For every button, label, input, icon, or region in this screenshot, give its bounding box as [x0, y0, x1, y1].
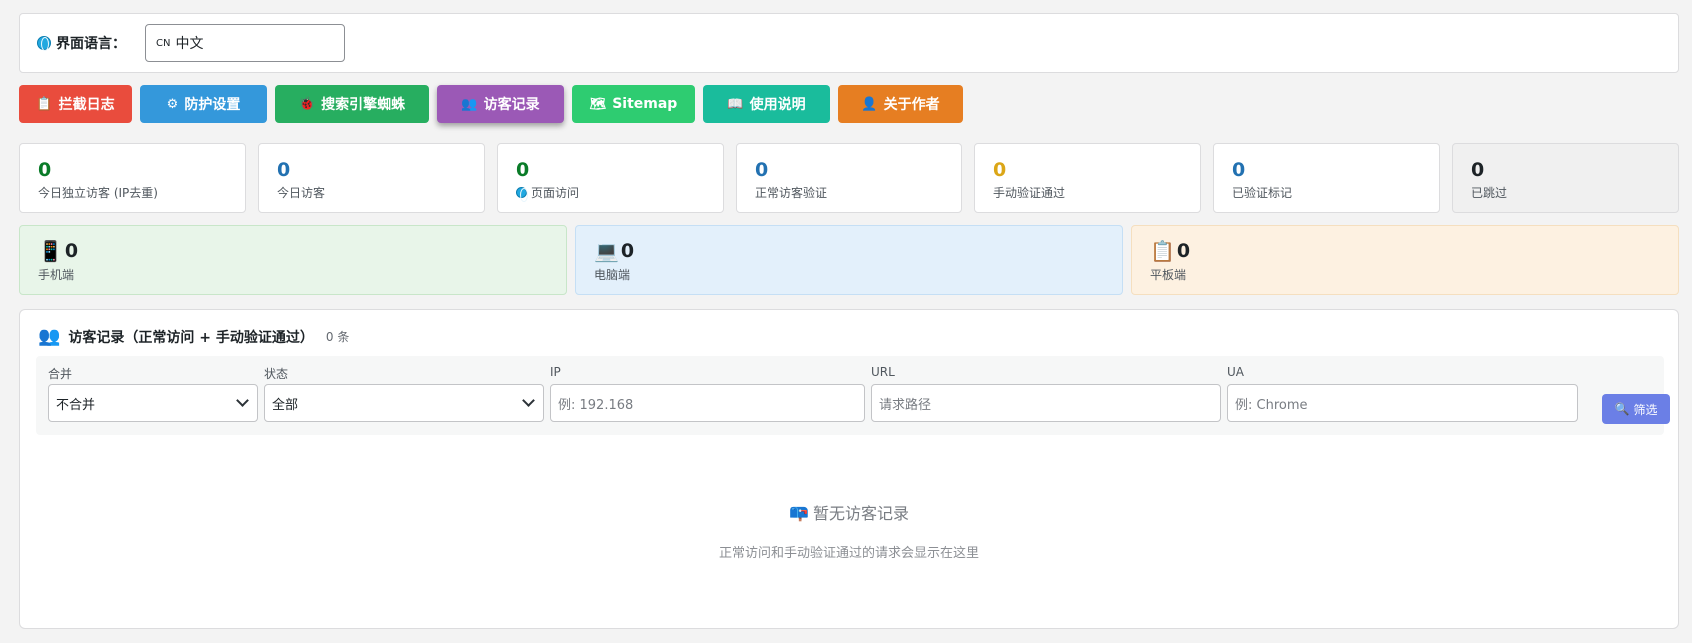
stat-value: 0: [993, 159, 1007, 181]
url-label: URL: [871, 365, 895, 379]
search-icon: 🔍: [1614, 402, 1630, 416]
stat-value: 0: [1232, 159, 1246, 181]
user-icon: 👤: [861, 96, 878, 112]
filter-bar: 合并 不合并 状态 全部 IP 例: 192.168 URL 请求路径 UA 例…: [36, 356, 1670, 435]
empty-subtitle: 正常访问和手动验证通过的请求会显示在这里: [718, 546, 979, 561]
device-desktop: 💻 0 电脑端: [575, 225, 1123, 295]
tab-protection-settings[interactable]: ⚙ 防护设置: [140, 85, 267, 123]
filter-button-label: 筛选: [1633, 402, 1658, 417]
stat-label: 今日独立访客 (IP去重): [38, 186, 158, 200]
tab-label: 访客记录: [483, 97, 540, 113]
globe-icon: [37, 36, 51, 51]
ua-label: UA: [1227, 365, 1244, 379]
tab-label: Sitemap: [612, 96, 678, 112]
gear-icon: ⚙: [166, 96, 179, 112]
ip-input[interactable]: 例: 192.168: [550, 384, 865, 422]
stat-unique-visitors: 0 今日独立访客 (IP去重): [19, 143, 246, 213]
tab-bar: 📋 拦截日志 ⚙ 防护设置 🐞 搜索引擎蜘蛛 👥 访客记录 🗺 Sitemap …: [19, 85, 971, 123]
stat-normal-verification: 0 正常访客验证: [736, 143, 962, 213]
record-count: 0 条: [325, 330, 350, 344]
stat-value: 0: [38, 159, 52, 181]
stat-label: 页面访问: [531, 186, 580, 200]
merge-value: 不合并: [56, 397, 96, 413]
laptop-icon: 💻: [594, 239, 619, 263]
stat-label: 已跳过: [1471, 186, 1508, 200]
device-tablet: 📋 0 平板端: [1131, 225, 1679, 295]
stat-value: 0: [516, 159, 530, 181]
tab-label: 搜索引擎蜘蛛: [321, 97, 406, 113]
tab-label: 拦截日志: [58, 97, 115, 113]
empty-title-row: 📪 暂无访客记录: [789, 500, 909, 524]
stat-label-row: 页面访问: [516, 184, 723, 202]
tab-usage-guide[interactable]: 📖 使用说明: [703, 85, 830, 123]
language-select[interactable]: CN 中文: [145, 24, 345, 62]
status-value: 全部: [272, 397, 299, 413]
users-icon: 👥: [461, 96, 478, 112]
stat-label: 手动验证通过: [993, 186, 1066, 200]
tab-label: 防护设置: [184, 97, 241, 113]
device-label: 手机端: [38, 268, 75, 282]
stat-label: 今日访客: [277, 186, 326, 200]
url-input[interactable]: 请求路径: [871, 384, 1221, 422]
language-value: 中文: [175, 36, 204, 52]
tab-block-log[interactable]: 📋 拦截日志: [19, 85, 132, 123]
device-row: 📋 0: [1150, 239, 1678, 263]
empty-state: 📪 暂无访客记录 正常访问和手动验证通过的请求会显示在这里: [20, 500, 1678, 562]
status-select[interactable]: 全部: [264, 384, 544, 422]
device-value: 0: [620, 240, 635, 262]
language-label-text: 界面语言：: [56, 36, 126, 52]
tab-label: 使用说明: [749, 97, 806, 113]
tablet-icon: 📋: [1150, 239, 1175, 263]
mailbox-icon: 📪: [789, 502, 809, 522]
tab-visitor-records[interactable]: 👥 访客记录: [437, 85, 564, 123]
panel-header: 👥 访客记录（正常访问 + 手动验证通过） 0 条: [38, 326, 349, 347]
map-icon: 🗺: [589, 96, 607, 112]
ip-label: IP: [550, 365, 561, 379]
ip-placeholder: 例: 192.168: [558, 397, 634, 413]
device-label: 平板端: [1150, 268, 1187, 282]
stat-page-views: 0 页面访问: [497, 143, 724, 213]
stat-skipped: 0 已跳过: [1452, 143, 1679, 213]
stat-label: 已验证标记: [1232, 186, 1293, 200]
status-label: 状态: [264, 367, 289, 381]
device-value: 0: [64, 240, 79, 262]
tab-label: 关于作者: [883, 97, 940, 113]
clipboard-icon: 📋: [36, 96, 53, 112]
page: 界面语言： CN 中文 📋 拦截日志 ⚙ 防护设置 🐞 搜索引擎蜘蛛 👥 访客记…: [0, 0, 1692, 643]
book-icon: 📖: [727, 96, 744, 112]
ua-input[interactable]: 例: Chrome: [1227, 384, 1578, 422]
device-row: 💻 0: [594, 239, 1122, 263]
device-label: 电脑端: [594, 268, 631, 282]
merge-select[interactable]: 不合并: [48, 384, 258, 422]
tab-search-spiders[interactable]: 🐞 搜索引擎蜘蛛: [275, 85, 429, 123]
panel-title: 访客记录（正常访问 + 手动验证通过）: [68, 329, 314, 346]
merge-label: 合并: [48, 367, 73, 381]
visitor-records-panel: 👥 访客记录（正常访问 + 手动验证通过） 0 条 合并 不合并 状态 全部 I…: [19, 309, 1679, 629]
stat-value: 0: [1471, 159, 1485, 181]
stat-value: 0: [277, 159, 291, 181]
tab-about-author[interactable]: 👤 关于作者: [838, 85, 963, 123]
chevron-down-icon: [522, 394, 535, 407]
ua-placeholder: 例: Chrome: [1235, 397, 1308, 413]
mobile-icon: 📱: [38, 239, 63, 263]
device-value: 0: [1176, 240, 1191, 262]
empty-title: 暂无访客记录: [812, 504, 909, 523]
url-placeholder: 请求路径: [879, 397, 932, 413]
chevron-down-icon: [236, 394, 249, 407]
stat-label: 正常访客验证: [755, 186, 828, 200]
stat-value: 0: [755, 159, 769, 181]
stat-verified-marked: 0 已验证标记: [1213, 143, 1440, 213]
filter-button[interactable]: 🔍 筛选: [1602, 394, 1670, 424]
device-mobile: 📱 0 手机端: [19, 225, 567, 295]
language-bar: 界面语言： CN 中文: [19, 13, 1679, 73]
language-label: 界面语言：: [37, 33, 126, 53]
language-code: CN: [156, 37, 171, 49]
device-row: 📱 0: [38, 239, 566, 263]
bug-icon: 🐞: [298, 96, 316, 112]
users-icon: 👥: [38, 326, 61, 347]
stat-today-visitors: 0 今日访客: [258, 143, 485, 213]
stat-manual-verified: 0 手动验证通过: [974, 143, 1201, 213]
tab-sitemap[interactable]: 🗺 Sitemap: [572, 85, 695, 123]
globe-icon: [516, 187, 528, 202]
